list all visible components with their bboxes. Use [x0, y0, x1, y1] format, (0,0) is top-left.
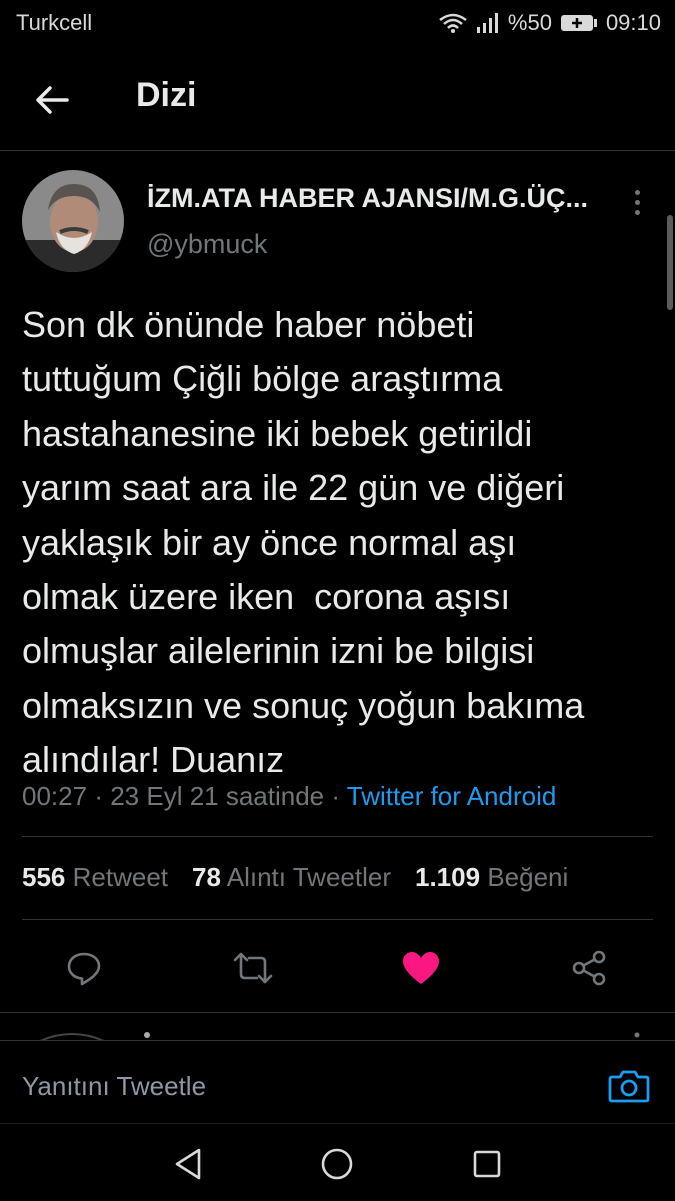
share-icon [572, 950, 606, 986]
system-nav-bar [0, 1123, 675, 1201]
more-options-button[interactable] [626, 184, 648, 220]
circle-home-icon [321, 1148, 353, 1180]
more-dot [634, 189, 640, 195]
quotes-label: Alıntı Tweetler [226, 862, 391, 892]
signal-icon [476, 13, 498, 33]
comment-icon [67, 952, 101, 986]
share-button[interactable] [561, 940, 617, 996]
profile-photo [22, 170, 124, 272]
tweet-text-line: yaklaşık bir ay önce normal aşı [22, 521, 517, 563]
tweet-text-line: hastahanesine iki bebek getirildi [22, 412, 533, 454]
tweet-text-line: olmaksızın ve sonuç yoğun bakıma [22, 684, 585, 726]
next-reply-avatar [39, 1032, 640, 1041]
carrier-name: Turkcell [16, 10, 93, 35]
tweet-date: 23 Eyl 21 saatinde [110, 781, 325, 811]
square-recents-icon [473, 1150, 501, 1178]
author-name[interactable]: İZM.ATA HABER AJANSI/M.G.ÜÇ... [147, 183, 588, 214]
tweet-text-line: olmuşlar ailelerinin izni be bilgisi [22, 630, 535, 672]
quotes-count: 78 [192, 862, 221, 892]
likes-count: 1.109 [415, 862, 481, 892]
heart-icon [403, 952, 439, 984]
tweet-text-line: yarım saat ara ile 22 gün ve diğeri [22, 467, 565, 509]
tweet-text: Son dk önünde haber nöbeti tuttuğum Çiğl… [22, 298, 662, 788]
more-dot [634, 209, 640, 215]
clock: 09:10 [605, 10, 661, 35]
tweet-actions [0, 940, 675, 996]
separator-dot: · [94, 781, 111, 811]
back-button[interactable] [30, 78, 74, 122]
retweet-icon [233, 952, 273, 984]
author-handle[interactable]: @ybmuck [147, 229, 267, 260]
tweet-time: 00:27 [22, 781, 88, 811]
quotes-stat[interactable]: 78 Alıntı Tweetler [192, 862, 391, 893]
tweet-stats: 556 Retweet 78 Alıntı Tweetler 1.109 Beğ… [22, 862, 568, 893]
divider [22, 836, 653, 837]
avatar[interactable] [22, 170, 124, 272]
reply-composer[interactable]: Yanıtını Tweetle [0, 1040, 675, 1123]
nav-back-button[interactable] [166, 1142, 210, 1186]
page-title: Dizi [136, 76, 197, 114]
nav-recents-button[interactable] [465, 1142, 509, 1186]
triangle-back-icon [175, 1148, 201, 1180]
wifi-icon [439, 13, 467, 33]
tweet-text-line: Son dk önünde haber nöbeti [22, 304, 475, 345]
tweet-timestamp: 00:27 · 23 Eyl 21 saatinde · Twitter for… [22, 781, 556, 812]
retweets-count: 556 [22, 862, 66, 892]
retweets-label: Retweet [72, 862, 169, 892]
tweet-text-line: alındılar! Duanız [22, 739, 285, 781]
battery-icon [560, 15, 597, 31]
battery-percent: %50 [507, 10, 552, 35]
divider [22, 919, 653, 920]
reply-input[interactable]: Yanıtını Tweetle [22, 1071, 206, 1102]
tweet-source-link[interactable]: Twitter for Android [347, 781, 557, 811]
nav-home-button[interactable] [315, 1142, 359, 1186]
separator-dot: · [331, 781, 347, 811]
tweet-text-line: olmak üzere iken corona aşısı [22, 576, 511, 618]
top-app-bar: Dizi [0, 48, 675, 151]
status-bar: Turkcell %50 09:10 [0, 0, 675, 48]
next-reply-preview[interactable] [0, 1012, 675, 1041]
reply-button[interactable] [56, 940, 112, 996]
retweets-stat[interactable]: 556 Retweet [22, 862, 168, 893]
likes-label: Beğeni [487, 862, 569, 892]
arrow-left-icon [36, 86, 69, 114]
tweet-text-line: tuttuğum Çiğli bölge araştırma [22, 358, 503, 400]
retweet-button[interactable] [225, 940, 281, 996]
camera-icon [608, 1070, 650, 1103]
scrollbar[interactable] [667, 215, 673, 310]
status-indicators: %50 09:10 [438, 10, 661, 36]
like-button[interactable] [393, 940, 449, 996]
likes-stat[interactable]: 1.109 Beğeni [415, 862, 568, 893]
more-dot [634, 199, 640, 205]
camera-button[interactable] [606, 1063, 652, 1109]
